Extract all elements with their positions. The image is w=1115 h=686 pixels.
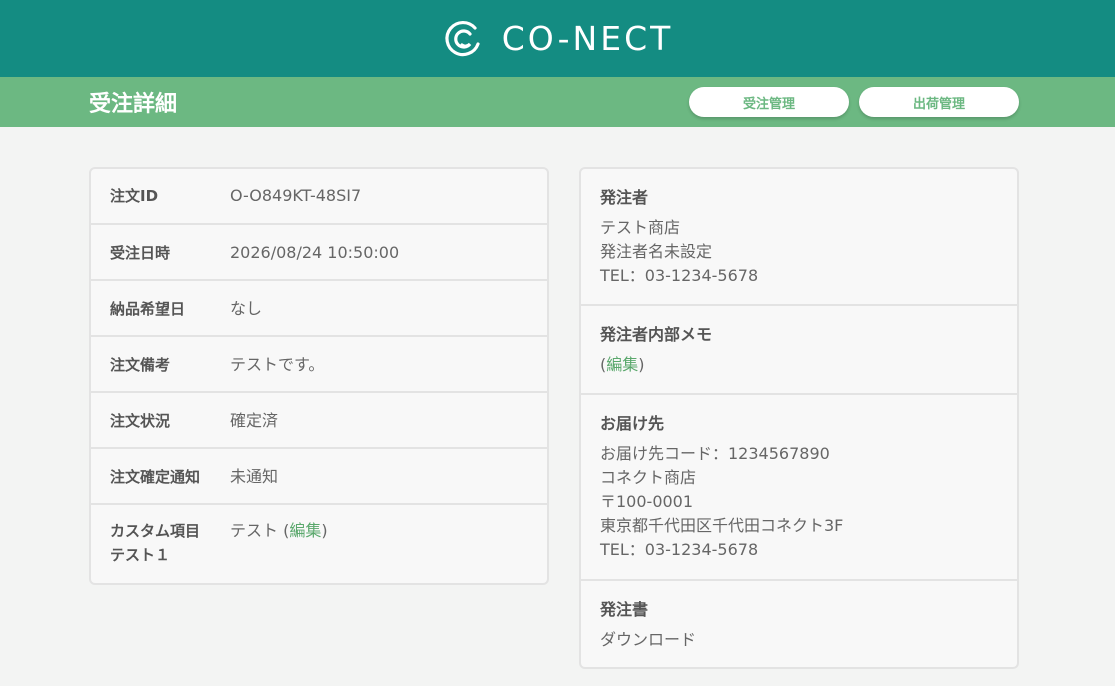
custom-field-close-paren: ) — [321, 521, 328, 540]
confirmation-notice-label: 注文確定通知 — [110, 468, 201, 486]
nav-buttons: 受注管理 出荷管理 — [689, 87, 1019, 117]
custom-field-label-line1: カスタム項目 — [110, 522, 201, 540]
internal-memo-title: 発注者内部メモ — [600, 325, 713, 344]
orderer-shop-name: テスト商店 — [600, 218, 681, 237]
conect-logo-icon — [442, 18, 484, 60]
order-detail-card: 注文ID O-O849KT-48SI7 受注日時 2026/08/24 10:5… — [89, 167, 549, 585]
delivery-address: 東京都千代田区千代田コネクト3F — [600, 516, 844, 535]
delivery-tel: TEL：03-1234-5678 — [600, 540, 759, 559]
confirmation-notice-row: 注文確定通知 未通知 — [91, 449, 547, 505]
received-datetime-label: 受注日時 — [110, 244, 171, 262]
delivery-date-label: 納品希望日 — [110, 300, 186, 318]
logo-text: CO-NECT — [501, 19, 674, 58]
order-status-value: 確定済 — [230, 411, 279, 430]
order-management-button[interactable]: 受注管理 — [689, 87, 849, 117]
orderer-info-card: 発注者 テスト商店 発注者名未設定 TEL：03-1234-5678 発注者内部… — [579, 167, 1019, 669]
order-note-label: 注文備考 — [110, 356, 171, 374]
shipping-management-button[interactable]: 出荷管理 — [859, 87, 1019, 117]
order-status-row: 注文状況 確定済 — [91, 393, 547, 449]
memo-edit-link[interactable]: 編集 — [606, 355, 638, 374]
purchase-order-title: 発注書 — [600, 600, 649, 619]
order-id-value: O-O849KT-48SI7 — [230, 186, 362, 205]
order-id-label: 注文ID — [110, 187, 159, 205]
order-note-value: テストです。 — [230, 355, 325, 374]
order-note-row: 注文備考 テストです。 — [91, 337, 547, 393]
orderer-section: 発注者 テスト商店 発注者名未設定 TEL：03-1234-5678 — [581, 169, 1017, 306]
confirmation-notice-value: 未通知 — [230, 467, 279, 486]
received-datetime-row: 受注日時 2026/08/24 10:50:00 — [91, 225, 547, 281]
memo-close-paren: ) — [638, 355, 645, 374]
internal-memo-edit: (編集) — [600, 353, 998, 377]
custom-field-row: カスタム項目 テスト１ テスト (編集) — [91, 505, 547, 583]
delivery-postal-code: 〒100-0001 — [600, 492, 694, 511]
custom-field-value: テスト (編集) — [230, 519, 328, 543]
delivery-code: お届け先コード：1234567890 — [600, 444, 830, 463]
sub-header: 受注詳細 受注管理 出荷管理 — [0, 77, 1115, 127]
orderer-title: 発注者 — [600, 188, 649, 207]
received-datetime-value: 2026/08/24 10:50:00 — [230, 243, 400, 262]
delivery-shop-name: コネクト商店 — [600, 468, 697, 487]
logo[interactable]: CO-NECT — [442, 18, 674, 60]
custom-field-text: テスト — [230, 521, 279, 540]
delivery-title: お届け先 — [600, 414, 665, 433]
purchase-order-section: 発注書 ダウンロード — [581, 581, 1017, 667]
order-status-label: 注文状況 — [110, 412, 171, 430]
delivery-date-value: なし — [230, 299, 263, 318]
custom-field-edit-link[interactable]: 編集 — [289, 521, 321, 540]
custom-field-label: カスタム項目 テスト１ — [110, 519, 230, 567]
download-link[interactable]: ダウンロード — [600, 628, 998, 652]
order-id-row: 注文ID O-O849KT-48SI7 — [91, 169, 547, 225]
main-content: 注文ID O-O849KT-48SI7 受注日時 2026/08/24 10:5… — [0, 127, 1115, 686]
delivery-date-row: 納品希望日 なし — [91, 281, 547, 337]
delivery-section: お届け先 お届け先コード：1234567890 コネクト商店 〒100-0001… — [581, 395, 1017, 581]
orderer-person-name: 発注者名未設定 — [600, 242, 713, 261]
internal-memo-section: 発注者内部メモ (編集) — [581, 306, 1017, 395]
orderer-tel: TEL：03-1234-5678 — [600, 266, 759, 285]
top-header: CO-NECT — [0, 0, 1115, 77]
page-title: 受注詳細 — [89, 92, 178, 117]
custom-field-label-line2: テスト１ — [110, 546, 171, 564]
